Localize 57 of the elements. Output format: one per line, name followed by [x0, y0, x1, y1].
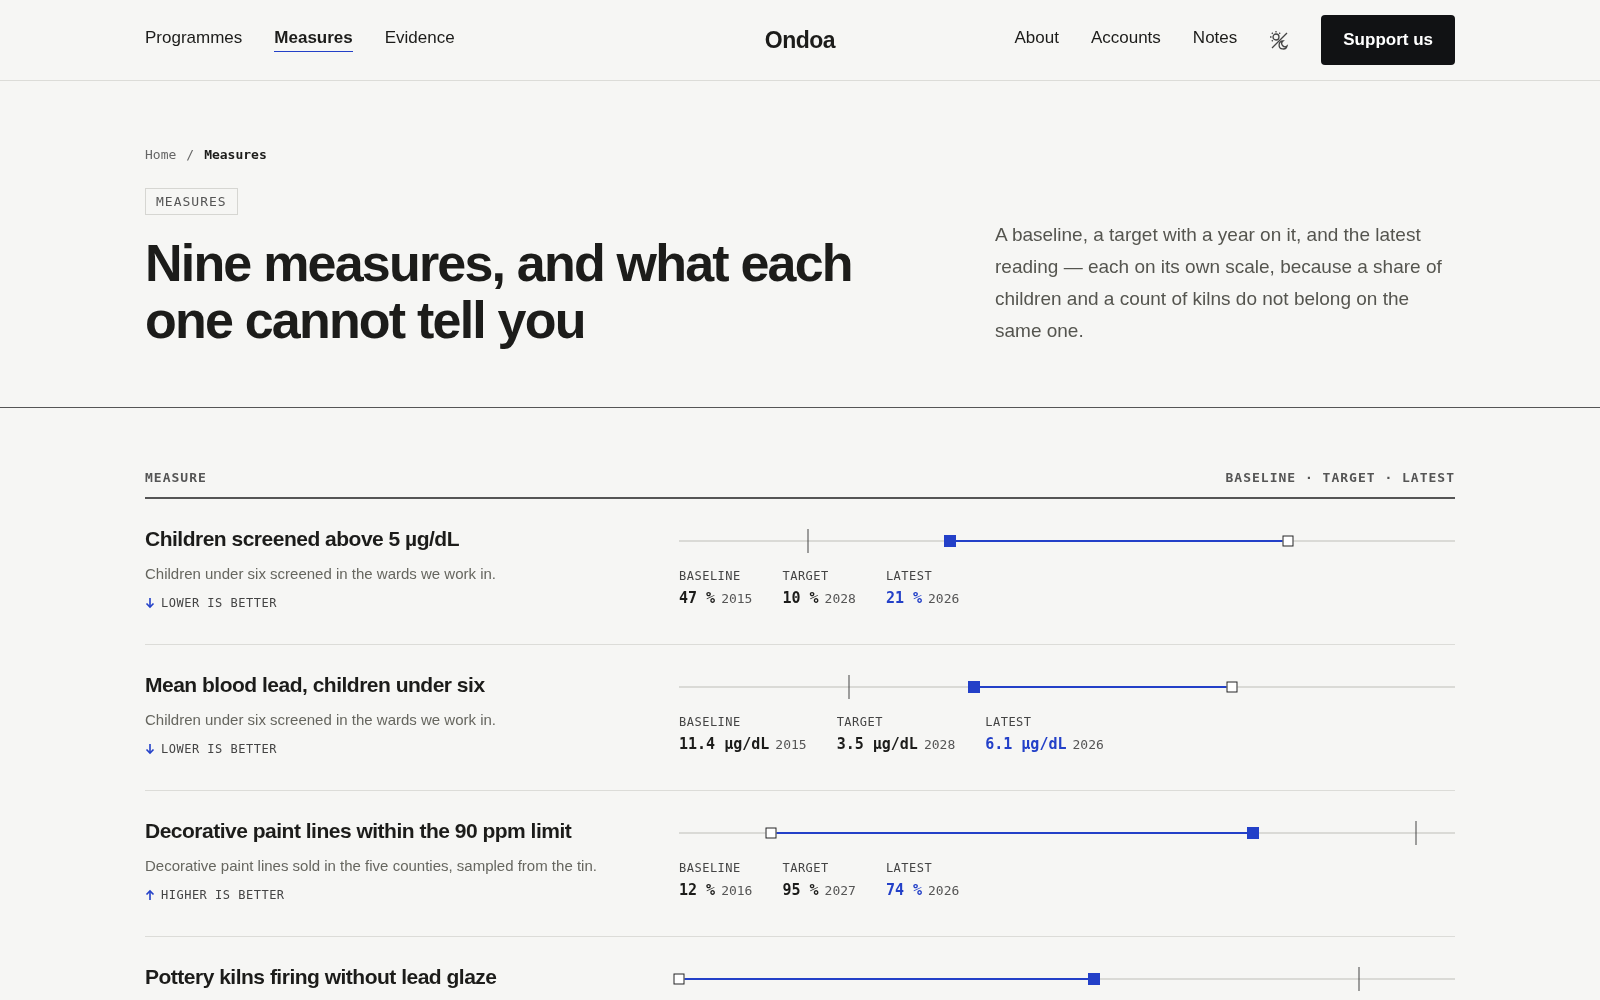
measure-description: Decorative paint lines sold in the five counties, sampled from the tin.: [145, 857, 598, 874]
stat-year: 2028: [824, 591, 856, 606]
stat-value: 21 %: [885, 589, 922, 607]
stat-label: LATEST: [885, 861, 934, 875]
breadcrumb-separator: /: [186, 147, 195, 162]
stat-year: 2026: [928, 883, 960, 898]
arrow-up-icon: [145, 889, 155, 901]
stat-year: 2026: [928, 591, 960, 606]
direction-label: LOWER IS BETTER: [161, 596, 277, 610]
stat-label: BASELINE: [679, 715, 742, 729]
nav-link[interactable]: About: [1014, 28, 1059, 52]
measure-title: Mean blood lead, children under six: [145, 673, 486, 697]
stat-year: 2015: [775, 737, 807, 752]
support-button[interactable]: Support us: [1321, 15, 1455, 65]
stat-label: BASELINE: [679, 861, 742, 875]
stat-label: BASELINE: [679, 569, 742, 583]
intro-paragraph: A baseline, a target with a year on it, and the latest reading — each on its own scale, because a share of children and a count of kilns do not belong on the same one.: [995, 223, 1443, 343]
stat-label: TARGET: [836, 715, 884, 729]
stat-value: 10 %: [782, 589, 819, 607]
direction-label: HIGHER IS BETTER: [161, 888, 285, 902]
breadcrumb-link[interactable]: Home: [145, 147, 177, 162]
stat-value: 47 %: [679, 589, 716, 607]
arrow-down-icon: [145, 743, 155, 755]
stat-value: 6.1 µg/dL: [985, 735, 1067, 753]
stat-value: 95 %: [782, 881, 819, 899]
direction-label: LOWER IS BETTER: [161, 742, 277, 756]
stat-value: 3.5 µg/dL: [836, 735, 918, 753]
column-header: BASELINE · TARGET · LATEST: [1225, 470, 1455, 485]
stat-value: 11.4 µg/dL: [679, 735, 770, 753]
nav-link[interactable]: Evidence: [384, 28, 455, 52]
measure-description: Children under six screened in the wards we work in.: [145, 711, 497, 728]
section-tag: MEASURES: [145, 188, 238, 215]
stat-value: 12 %: [679, 881, 716, 899]
stat-label: LATEST: [885, 569, 934, 583]
stat-label: TARGET: [782, 861, 830, 875]
site-logo[interactable]: Ondoa: [764, 26, 836, 54]
nav-link[interactable]: Programmes: [145, 28, 243, 52]
measure-title: Decorative paint lines within the 90 ppm limit: [145, 819, 573, 843]
stat-year: 2026: [1072, 737, 1104, 752]
nav-link[interactable]: Accounts: [1090, 28, 1161, 52]
theme-toggle-icon[interactable]: [1269, 30, 1290, 50]
stat-year: 2016: [721, 883, 753, 898]
column-header: MEASURE: [145, 470, 207, 485]
stat-label: TARGET: [782, 569, 830, 583]
nav-link[interactable]: Measures: [274, 28, 353, 52]
measure-title: Pottery kilns firing without lead glaze: [145, 965, 498, 989]
nav-link[interactable]: Notes: [1192, 28, 1238, 52]
measure-title: Children screened above 5 µg/dL: [145, 527, 461, 551]
stat-year: 2015: [721, 591, 753, 606]
stat-year: 2027: [824, 883, 856, 898]
page-title: Nine measures, and what each one cannot tell you: [145, 235, 853, 349]
arrow-down-icon: [145, 597, 155, 609]
stat-value: 74 %: [885, 881, 922, 899]
measure-description: Children under six screened in the wards we work in.: [145, 565, 497, 582]
breadcrumb-link[interactable]: Measures: [204, 147, 267, 162]
stat-label: LATEST: [985, 715, 1033, 729]
stat-year: 2028: [923, 737, 956, 752]
